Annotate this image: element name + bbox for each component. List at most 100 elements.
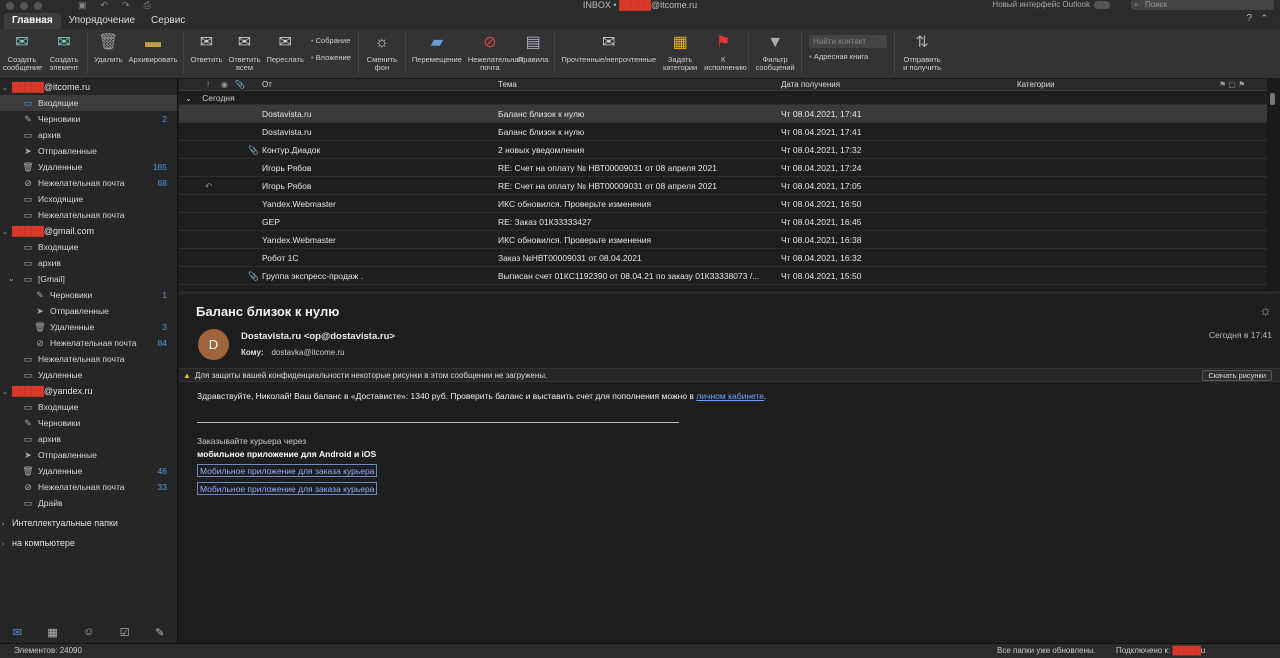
folder-item[interactable]: ✎ Черновики: [0, 415, 177, 431]
folder-item[interactable]: ⊘ Нежелательная почта 84: [0, 335, 177, 351]
sender-name[interactable]: Dostavista.ru <op@dostavista.ru>: [241, 331, 395, 342]
message-row[interactable]: Робот 1С Заказ №НВТ00009031 от 08.04.2021…: [179, 249, 1267, 267]
meeting-button[interactable]: Собрание: [311, 36, 351, 45]
folder-item[interactable]: 🗑 Удаленные 185: [0, 159, 177, 175]
calendar-icon[interactable]: ▦: [47, 626, 57, 639]
new-outlook-toggle[interactable]: Новый интерфейс Outlook: [992, 0, 1110, 9]
account-header[interactable]: ⌄ █████@gmail.com: [0, 223, 177, 239]
message-row[interactable]: 📎 Контур.Диадок 2 новых уведомления Чт 08.0…: [179, 141, 1267, 159]
close-window-button[interactable]: [6, 1, 14, 10]
message-row[interactable]: Dostavista.ru Баланс близок к нулю Чт 08.0…: [179, 123, 1267, 141]
mail-icon[interactable]: ✉: [13, 626, 22, 639]
tab-home[interactable]: Главная: [4, 13, 61, 29]
change-background-button[interactable]: ☼ Сменить фон: [362, 32, 402, 72]
attachment-col-icon[interactable]: 📎: [235, 79, 245, 91]
status-icon[interactable]: ◉: [221, 79, 228, 91]
message-list-scrollbar[interactable]: [1267, 79, 1280, 291]
forward-button[interactable]: ✉ Переслать: [264, 32, 307, 64]
folder-item[interactable]: ➤ Отправленные: [0, 303, 177, 319]
zoom-window-button[interactable]: [34, 1, 42, 10]
reply-all-button[interactable]: ✉ Ответить всем: [226, 32, 264, 72]
folder-item[interactable]: ⊘ Нежелательная почта 33: [0, 479, 177, 495]
column-from[interactable]: От: [262, 79, 272, 91]
followup-button[interactable]: ⚑ К исполнению: [701, 32, 747, 72]
download-images-button[interactable]: Скачать рисунки: [1202, 370, 1272, 381]
message-row[interactable]: Игорь Рябов RE: Счет на оплату № НВТ00009…: [179, 159, 1267, 177]
collapse-ribbon-icon[interactable]: ⌃: [1260, 13, 1268, 24]
people-icon[interactable]: ☺: [83, 626, 94, 638]
folder-item[interactable]: 🗑 Удаленные 3: [0, 319, 177, 335]
folder-item[interactable]: ✎ Черновики 1: [0, 287, 177, 303]
folder-item[interactable]: ▭ архив: [0, 255, 177, 271]
folder-item[interactable]: ⌄ ▭ [Gmail]: [0, 271, 177, 287]
folder-item[interactable]: ➤ Отправленные: [0, 447, 177, 463]
address-book-button[interactable]: Адресная книга: [809, 52, 887, 61]
find-contact-input[interactable]: Найти контакт: [809, 35, 888, 48]
help-icon[interactable]: ?: [1246, 13, 1252, 24]
folder-item[interactable]: ▭ Удаленные: [0, 367, 177, 383]
folder-item[interactable]: ▭ Входящие: [0, 399, 177, 415]
message-row[interactable]: Dostavista.ru Баланс близок к нулю Чт 08.0…: [179, 105, 1267, 123]
group-header-today[interactable]: ⌄ Сегодня: [179, 91, 1267, 105]
folder-item[interactable]: ➤ Отправленные: [0, 143, 177, 159]
folder-item[interactable]: ▭ Нежелательная почта: [0, 207, 177, 223]
attachment-button[interactable]: Вложение: [311, 53, 351, 62]
save-icon[interactable]: ▣: [78, 0, 87, 11]
folder-item[interactable]: 🗑 Удаленные 46: [0, 463, 177, 479]
folder-item[interactable]: ▭ Входящие: [0, 239, 177, 255]
message-row[interactable]: ↶ Игорь Рябов RE: Счет на оплату № НВТ0000…: [179, 177, 1267, 195]
column-categories[interactable]: Категории: [1017, 79, 1055, 91]
minimize-window-button[interactable]: [20, 1, 28, 10]
search-input[interactable]: ⌕ Поиск: [1131, 0, 1274, 10]
undo-icon[interactable]: ↶: [101, 0, 109, 11]
archive-button[interactable]: ▬ Архивировать: [126, 32, 181, 64]
tasks-icon[interactable]: ☑: [120, 626, 130, 639]
column-subject[interactable]: Тема: [498, 79, 517, 91]
filter-button[interactable]: ▼ Фильтр сообщений: [752, 32, 798, 72]
recipient-address[interactable]: dostavka@itcome.ru: [271, 348, 344, 357]
message-row[interactable]: Yandex.Webmaster ИКС обновился. Проверьте…: [179, 195, 1267, 213]
folder-item[interactable]: ▭ Входящие: [0, 95, 177, 111]
folder-item[interactable]: ▭ архив: [0, 431, 177, 447]
importance-icon[interactable]: !: [207, 79, 209, 91]
tab-organize[interactable]: Упорядочение: [61, 13, 143, 29]
smart-folders[interactable]: › Интеллектуальные папки: [0, 515, 177, 531]
account-header[interactable]: ⌄ █████@itcome.ru: [0, 79, 177, 95]
message-row[interactable]: GEP RE: Заказ 01К33333427 Чт 08.04.2021, 1…: [179, 213, 1267, 231]
new-message-button[interactable]: ✉ Создать сообщение: [0, 32, 44, 72]
move-button[interactable]: ▰ Перемещение: [409, 32, 465, 64]
cabinet-link[interactable]: личном кабинете: [696, 391, 764, 401]
send-receive-button[interactable]: ⇅ Отправить и получить: [898, 32, 946, 72]
on-my-computer[interactable]: › на компьютере: [0, 535, 177, 551]
flag-col-icon[interactable]: ⚑ ▢ ⚑: [1219, 79, 1245, 91]
tab-tools[interactable]: Сервис: [143, 13, 193, 29]
message-row[interactable]: Yandex.Webmaster ИКС обновился. Проверьте…: [179, 231, 1267, 249]
account-header[interactable]: ⌄ █████@yandex.ru: [0, 383, 177, 399]
folder-item[interactable]: ✎ Черновики 2: [0, 111, 177, 127]
window-controls[interactable]: [6, 1, 42, 10]
print-icon[interactable]: ⎙: [144, 0, 151, 11]
folder-item[interactable]: ⊘ Нежелательная почта 68: [0, 175, 177, 191]
folder-item[interactable]: ▭ Исходящие: [0, 191, 177, 207]
notes-icon[interactable]: ✎: [155, 626, 164, 639]
column-date[interactable]: Дата получения: [781, 79, 840, 91]
read-unread-button[interactable]: ✉ Прочтенные/непрочтенные: [558, 32, 659, 64]
folder-item[interactable]: ▭ Нежелательная почта: [0, 351, 177, 367]
mobile-app-link[interactable]: Мобильное приложение для заказа курьера: [197, 482, 378, 495]
categorize-button[interactable]: ▦ Задать категории: [659, 32, 701, 72]
new-item-button[interactable]: ✉ Создать элемент: [44, 32, 84, 72]
chevron-down-icon[interactable]: ⌄: [8, 271, 22, 287]
folder-item[interactable]: ▭ архив: [0, 127, 177, 143]
message-row[interactable]: 📎 Группа экспресс-продаж . Выписан счет 01…: [179, 267, 1267, 285]
delete-button[interactable]: 🗑 Удалить: [91, 32, 126, 64]
toggle-switch[interactable]: [1094, 0, 1110, 9]
rules-icon: ▤: [525, 34, 541, 51]
mobile-app-link[interactable]: Мобильное приложение для заказа курьера: [197, 464, 378, 477]
message-date: Сегодня в 17:41: [1208, 330, 1272, 340]
folder-item[interactable]: ▭ Драйв: [0, 495, 177, 511]
rules-button[interactable]: ▤ Правила: [515, 32, 551, 64]
reply-button[interactable]: ✉ Ответить: [187, 32, 225, 64]
redo-icon[interactable]: ↷: [122, 0, 130, 11]
junk-button[interactable]: ⊘ Нежелательная почта: [465, 32, 523, 72]
sun-icon[interactable]: ☼: [1259, 302, 1272, 318]
